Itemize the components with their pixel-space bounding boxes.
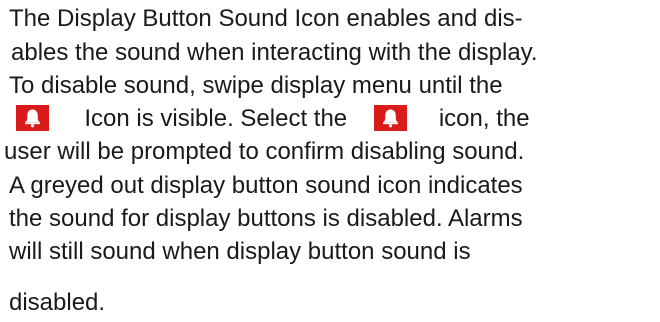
line-text: A greyed out display button sound icon i… [9, 172, 523, 199]
line-text: disabled. [9, 289, 106, 316]
paragraph-line-6: A greyed out display button sound icon i… [0, 169, 660, 203]
line-text: The Display Button Sound Icon enables an… [9, 5, 523, 32]
paragraph-line-7: the sound for display buttons is disable… [0, 202, 660, 236]
line-text: Icon is visible. Select the [84, 105, 348, 132]
paragraph-line-1: The Display Button Sound Icon enables an… [0, 2, 660, 36]
paragraph-line-9: disabled. [0, 286, 660, 320]
line-text: the sound for display buttons is disable… [9, 205, 523, 232]
document-page: The Display Button Sound Icon enables an… [0, 0, 660, 322]
paragraph-line-2: ables the sound when interacting with th… [0, 36, 660, 70]
bell-icon [16, 105, 49, 131]
line-text: user will be prompted to confirm disabli… [4, 138, 525, 165]
paragraph-line-3: To disable sound, swipe display menu unt… [0, 69, 660, 103]
line-text: icon, the [438, 105, 530, 132]
line-text: ables the sound when interacting with th… [11, 39, 538, 66]
paragraph-line-4: Icon is visible. Select the icon, the [0, 102, 660, 136]
paragraph-line-5: user will be prompted to confirm disabli… [0, 135, 660, 169]
paragraph-line-8: will still sound when display button sou… [0, 235, 660, 269]
bell-icon [374, 105, 408, 131]
line-text: will still sound when display button sou… [9, 238, 471, 265]
line-text: To disable sound, swipe display menu unt… [9, 72, 503, 99]
